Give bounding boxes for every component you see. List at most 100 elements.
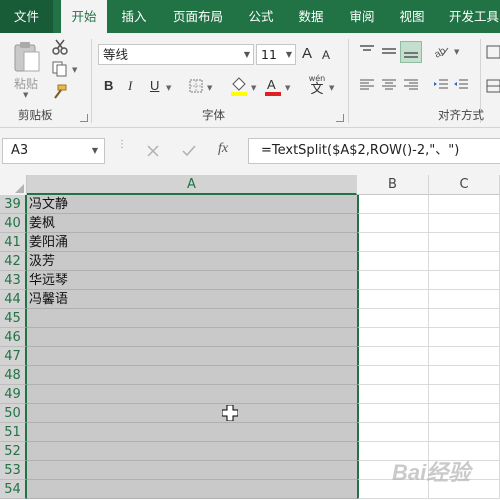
cut-button[interactable] bbox=[50, 38, 70, 56]
row-header[interactable]: 40 bbox=[0, 214, 27, 233]
cell-c[interactable] bbox=[429, 290, 500, 309]
cell-c[interactable] bbox=[429, 271, 500, 290]
cell-c[interactable] bbox=[429, 233, 500, 252]
row-header[interactable]: 43 bbox=[0, 271, 27, 290]
cell-c[interactable] bbox=[429, 423, 500, 442]
cell-c[interactable] bbox=[429, 385, 500, 404]
tab-file[interactable]: 文件 bbox=[0, 0, 53, 33]
row-header[interactable]: 44 bbox=[0, 290, 27, 309]
chevron-down-icon[interactable]: ▼ bbox=[244, 45, 250, 64]
tab-review[interactable]: 审阅 bbox=[341, 0, 383, 33]
cell-c[interactable] bbox=[429, 195, 500, 214]
merge-button[interactable] bbox=[486, 77, 500, 95]
row-header[interactable]: 42 bbox=[0, 252, 27, 271]
bold-button[interactable]: B bbox=[104, 78, 113, 93]
tab-view[interactable]: 视图 bbox=[391, 0, 433, 33]
align-left-button[interactable] bbox=[358, 77, 376, 93]
cell-a[interactable] bbox=[27, 461, 357, 480]
row-header[interactable]: 39 bbox=[0, 195, 27, 214]
tab-insert[interactable]: 插入 bbox=[113, 0, 155, 33]
chevron-down-icon[interactable]: ▼ bbox=[286, 45, 292, 64]
cell-c[interactable] bbox=[429, 252, 500, 271]
orientation-dropdown-arrow[interactable]: ▼ bbox=[454, 48, 459, 56]
cell-a[interactable]: 冯馨语 bbox=[27, 290, 357, 309]
cell-b[interactable] bbox=[357, 366, 429, 385]
phonetic-dropdown-arrow[interactable]: ▼ bbox=[329, 84, 334, 92]
font-size-combo[interactable]: 11 ▼ bbox=[256, 44, 296, 65]
fill-color-button[interactable] bbox=[230, 76, 248, 96]
middle-align-button[interactable] bbox=[380, 43, 398, 59]
cell-c[interactable] bbox=[429, 328, 500, 347]
cell-b[interactable] bbox=[357, 347, 429, 366]
format-painter-button[interactable] bbox=[50, 83, 70, 101]
insert-function-button[interactable]: fx bbox=[218, 141, 228, 157]
column-header-a[interactable]: A bbox=[27, 175, 357, 195]
increase-font-size-button[interactable]: A bbox=[302, 45, 312, 62]
cell-c[interactable] bbox=[429, 366, 500, 385]
name-box[interactable]: A3 ▼ bbox=[2, 138, 105, 164]
cell-a[interactable]: 汲芳 bbox=[27, 252, 357, 271]
cell-b[interactable] bbox=[357, 404, 429, 423]
cell-a[interactable] bbox=[27, 423, 357, 442]
tab-developer[interactable]: 开发工具 bbox=[443, 0, 500, 33]
outdent-button[interactable] bbox=[452, 77, 470, 93]
enter-formula-button[interactable] bbox=[180, 142, 198, 160]
cell-a[interactable] bbox=[27, 442, 357, 461]
cancel-formula-button[interactable] bbox=[144, 142, 162, 160]
indent-button[interactable] bbox=[432, 77, 450, 93]
align-right-button[interactable] bbox=[402, 77, 420, 93]
row-header[interactable]: 49 bbox=[0, 385, 27, 404]
cell-a[interactable]: 姜阳涌 bbox=[27, 233, 357, 252]
select-all-button[interactable] bbox=[0, 175, 27, 195]
row-header[interactable]: 41 bbox=[0, 233, 27, 252]
row-header[interactable]: 52 bbox=[0, 442, 27, 461]
cell-b[interactable] bbox=[357, 214, 429, 233]
font-color-button[interactable]: A bbox=[264, 76, 282, 96]
copy-dropdown-arrow[interactable]: ▼ bbox=[72, 66, 77, 74]
cell-b[interactable] bbox=[357, 309, 429, 328]
cell-b[interactable] bbox=[357, 423, 429, 442]
cell-b[interactable] bbox=[357, 271, 429, 290]
row-header[interactable]: 47 bbox=[0, 347, 27, 366]
paste-button[interactable] bbox=[10, 39, 44, 75]
borders-dropdown-arrow[interactable]: ▼ bbox=[207, 84, 212, 92]
row-header[interactable]: 53 bbox=[0, 461, 27, 480]
paste-dropdown-arrow[interactable]: ▼ bbox=[23, 91, 28, 99]
column-header-b[interactable]: B bbox=[357, 175, 429, 195]
cell-c[interactable] bbox=[429, 404, 500, 423]
cell-c[interactable] bbox=[429, 309, 500, 328]
chevron-down-icon[interactable]: ▼ bbox=[92, 139, 98, 163]
cell-a[interactable]: 华远琴 bbox=[27, 271, 357, 290]
cell-a[interactable] bbox=[27, 309, 357, 328]
fill-color-dropdown-arrow[interactable]: ▼ bbox=[251, 84, 256, 92]
cell-b[interactable] bbox=[357, 328, 429, 347]
decrease-font-size-button[interactable]: A bbox=[322, 48, 330, 62]
formula-input[interactable]: =TextSplit($A$2,ROW()-2,"、") bbox=[248, 138, 500, 164]
bottom-align-button[interactable] bbox=[400, 41, 422, 63]
row-header[interactable]: 45 bbox=[0, 309, 27, 328]
row-header[interactable]: 51 bbox=[0, 423, 27, 442]
clipboard-launcher-icon[interactable] bbox=[80, 114, 88, 122]
column-header-c[interactable]: C bbox=[429, 175, 500, 195]
cell-a[interactable]: 冯文静 bbox=[27, 195, 357, 214]
row-header[interactable]: 50 bbox=[0, 404, 27, 423]
underline-dropdown-arrow[interactable]: ▼ bbox=[166, 84, 171, 92]
cell-a[interactable] bbox=[27, 366, 357, 385]
cell-b[interactable] bbox=[357, 385, 429, 404]
cell-b[interactable] bbox=[357, 233, 429, 252]
cell-b[interactable] bbox=[357, 195, 429, 214]
italic-button[interactable]: I bbox=[128, 78, 132, 94]
cell-b[interactable] bbox=[357, 252, 429, 271]
cell-a[interactable] bbox=[27, 404, 357, 423]
font-launcher-icon[interactable] bbox=[336, 114, 344, 122]
phonetic-guide-button[interactable]: wén 文 bbox=[306, 74, 328, 98]
tab-formulas[interactable]: 公式 bbox=[240, 0, 282, 33]
borders-button[interactable] bbox=[188, 78, 204, 94]
cell-b[interactable] bbox=[357, 290, 429, 309]
tab-page-layout[interactable]: 页面布局 bbox=[165, 0, 231, 33]
font-color-dropdown-arrow[interactable]: ▼ bbox=[285, 84, 290, 92]
drag-handle-icon[interactable]: ⋮ bbox=[117, 140, 127, 150]
wrap-text-button[interactable] bbox=[486, 43, 500, 61]
font-name-combo[interactable]: 等线 ▼ bbox=[98, 44, 254, 65]
row-header[interactable]: 54 bbox=[0, 480, 27, 499]
